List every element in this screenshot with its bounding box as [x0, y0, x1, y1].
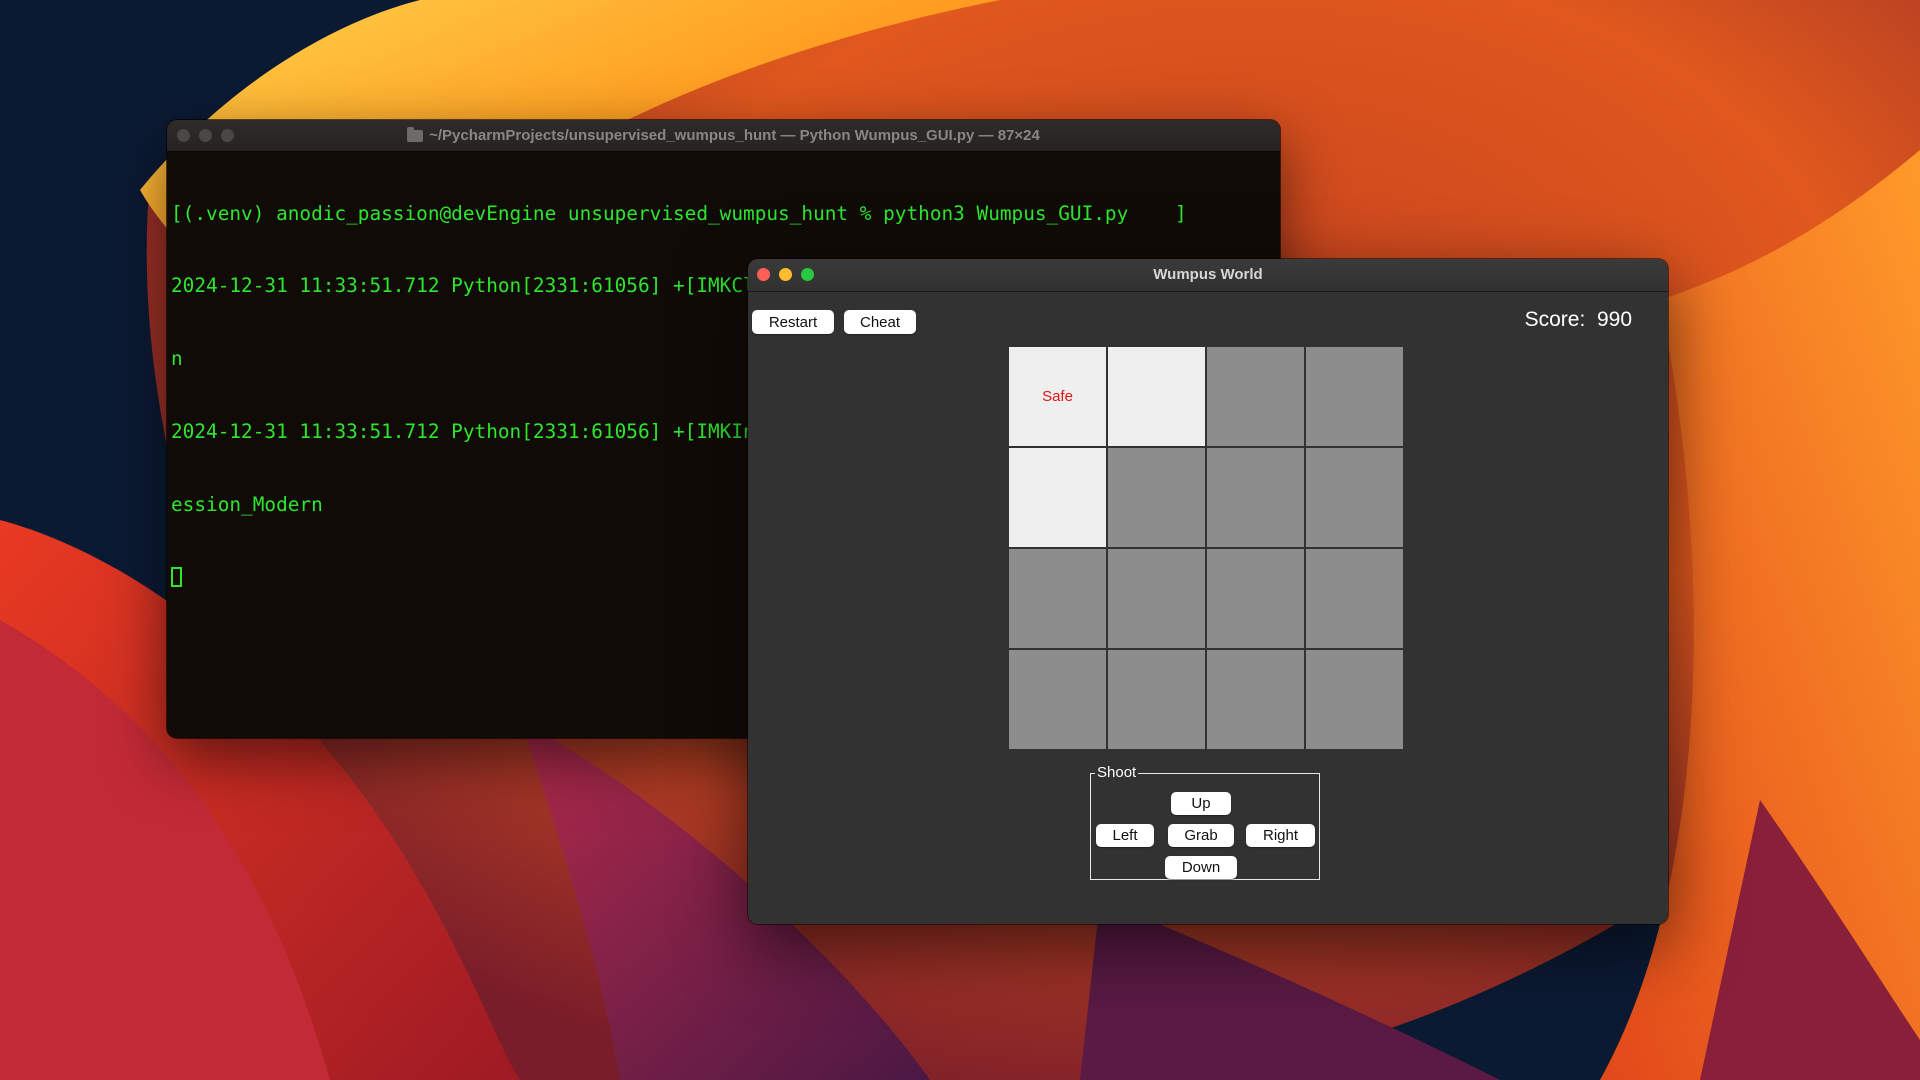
- grid-cell-1-0: [1009, 448, 1106, 547]
- grid-cell-3-1: [1108, 650, 1205, 749]
- desktop: ~/PycharmProjects/unsupervised_wumpus_hu…: [0, 0, 1920, 1080]
- terminal-title-text: ~/PycharmProjects/unsupervised_wumpus_hu…: [429, 127, 1040, 144]
- wumpus-titlebar[interactable]: Wumpus World: [748, 259, 1668, 292]
- grid-cell-3-2: [1207, 650, 1304, 749]
- grid-cell-0-0: Safe: [1009, 347, 1106, 446]
- terminal-cursor: [171, 567, 182, 588]
- down-button[interactable]: Down: [1165, 856, 1237, 879]
- folder-icon: [407, 126, 424, 142]
- shoot-group: Shoot Up Left Grab Right Down: [1090, 764, 1320, 880]
- grid-cell-2-3: [1306, 549, 1403, 648]
- cheat-button[interactable]: Cheat: [844, 310, 916, 334]
- cell-label: Safe: [1042, 388, 1073, 405]
- wumpus-title: Wumpus World: [1153, 266, 1263, 283]
- grid-cell-0-1: [1108, 347, 1205, 446]
- grid-cell-1-3: [1306, 448, 1403, 547]
- grid-cell-2-0: [1009, 549, 1106, 648]
- shoot-label: Shoot: [1095, 764, 1139, 782]
- score-label: Score: 990: [1524, 308, 1632, 331]
- grid-cell-2-2: [1207, 549, 1304, 648]
- left-button[interactable]: Left: [1096, 824, 1154, 847]
- terminal-titlebar[interactable]: ~/PycharmProjects/unsupervised_wumpus_hu…: [167, 120, 1280, 152]
- grid-cell-0-2: [1207, 347, 1304, 446]
- grid-cell-0-3: [1306, 347, 1403, 446]
- grid-cell-1-1: [1108, 448, 1205, 547]
- restart-button[interactable]: Restart: [752, 310, 834, 334]
- right-button[interactable]: Right: [1246, 824, 1315, 847]
- terminal-title: ~/PycharmProjects/unsupervised_wumpus_hu…: [167, 120, 1280, 151]
- wumpus-window[interactable]: Wumpus World Restart Cheat Score: 990 Sa…: [748, 259, 1668, 924]
- up-button[interactable]: Up: [1171, 792, 1231, 815]
- grid-cell-3-0: [1009, 650, 1106, 749]
- grid-cell-3-3: [1306, 650, 1403, 749]
- terminal-line: [(.venv) anodic_passion@devEngine unsupe…: [171, 201, 1187, 225]
- wumpus-grid: Safe: [1009, 347, 1403, 749]
- grid-cell-1-2: [1207, 448, 1304, 547]
- grid-cell-2-1: [1108, 549, 1205, 648]
- grab-button[interactable]: Grab: [1168, 824, 1234, 847]
